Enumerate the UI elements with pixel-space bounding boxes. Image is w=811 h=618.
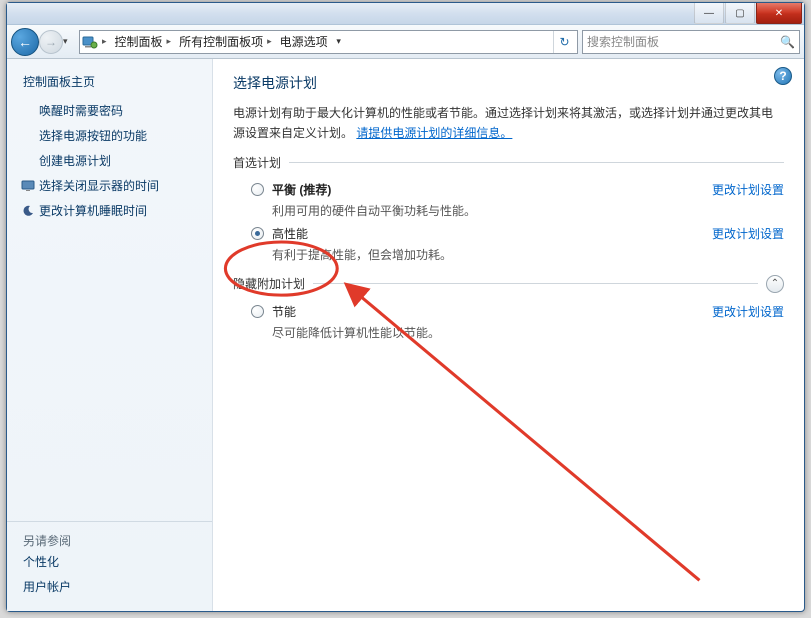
sidebar-item-sleep-time[interactable]: 更改计算机睡眠时间 [7,198,212,223]
minimize-button[interactable]: — [694,3,724,24]
section-label: 首选计划 [233,154,281,171]
plan-balanced: 平衡 (推荐) 利用可用的硬件自动平衡功耗与性能。 更改计划设置 [233,177,784,221]
help-icon[interactable]: ? [774,67,792,85]
moon-icon [21,204,35,218]
sidebar-item-label: 选择关闭显示器的时间 [39,179,159,193]
sidebar-footer-heading: 另请参阅 [23,532,196,549]
sidebar-footer-link-personalization[interactable]: 个性化 [23,549,196,574]
search-placeholder: 搜索控制面板 [587,33,659,50]
chevron-right-icon: ▸ [167,36,172,47]
address-bar[interactable]: ▸ 控制面板 ▸ 所有控制面板项 ▸ 电源选项 ▾ ↻ [79,30,578,54]
sidebar-heading: 控制面板主页 [7,73,212,98]
sidebar-item-create-plan[interactable]: 创建电源计划 [7,148,212,173]
plan-radio-balanced[interactable] [251,183,264,196]
plan-title: 平衡 (推荐) [272,181,688,198]
description-link[interactable]: 请提供电源计划的详细信息。 [356,126,512,140]
plan-title: 高性能 [272,225,688,242]
address-dropdown[interactable]: ▾ [332,36,346,47]
nav-forward-button[interactable]: → [39,30,63,54]
sidebar: 控制面板主页 唤醒时需要密码 选择电源按钮的功能 创建电源计划 选择关闭显示器的… [7,59,213,611]
sidebar-item-power-button[interactable]: 选择电源按钮的功能 [7,123,212,148]
nav-back-button[interactable]: ← [11,28,39,56]
page-title: 选择电源计划 [233,73,784,93]
plan-high-performance: 高性能 有利于提高性能，但会增加功耗。 更改计划设置 [233,221,784,265]
close-button[interactable]: ✕ [756,3,802,24]
breadcrumb-label: 电源选项 [280,33,328,50]
nav-buttons: ← → ▾ [11,28,75,56]
monitor-icon [21,179,35,193]
titlebar: — ▢ ✕ [7,3,804,25]
section-hidden-plans: 隐藏附加计划 ⌃ [233,275,784,293]
window-frame: — ▢ ✕ ← → ▾ ▸ 控制面板 ▸ 所有控制面板项 ▸ 电源选项 ▾ ↻ 搜索… [6,2,805,612]
navbar: ← → ▾ ▸ 控制面板 ▸ 所有控制面板项 ▸ 电源选项 ▾ ↻ 搜索控制面板 🔍 [7,25,804,59]
chevron-right-icon: ▸ [267,36,272,47]
breadcrumb-label: 控制面板 [115,33,163,50]
change-plan-link[interactable]: 更改计划设置 [696,303,784,320]
sidebar-item-label: 创建电源计划 [39,154,111,168]
sidebar-item-label: 选择电源按钮的功能 [39,129,147,143]
plan-radio-highperf[interactable] [251,227,264,240]
breadcrumb-node[interactable]: 所有控制面板项 ▸ [175,33,276,50]
breadcrumb-label: 所有控制面板项 [179,33,263,50]
sidebar-footer: 另请参阅 个性化 用户帐户 [7,521,212,603]
breadcrumb-root-chevron[interactable]: ▸ [98,36,111,47]
plan-subtitle: 利用可用的硬件自动平衡功耗与性能。 [272,202,688,219]
sidebar-item-label: 唤醒时需要密码 [39,104,123,118]
breadcrumb-node[interactable]: 控制面板 ▸ [111,33,176,50]
search-icon[interactable]: 🔍 [780,35,795,49]
plan-radio-saver[interactable] [251,305,264,318]
change-plan-link[interactable]: 更改计划设置 [696,181,784,198]
plan-title: 节能 [272,303,688,320]
plan-subtitle: 尽可能降低计算机性能以节能。 [272,324,688,341]
nav-history-dropdown[interactable]: ▾ [63,36,75,47]
sidebar-item-label: 更改计算机睡眠时间 [39,204,147,218]
refresh-button[interactable]: ↻ [553,31,575,53]
maximize-button[interactable]: ▢ [725,3,755,24]
body: 控制面板主页 唤醒时需要密码 选择电源按钮的功能 创建电源计划 选择关闭显示器的… [7,59,804,611]
breadcrumb-node[interactable]: 电源选项 [276,33,332,50]
main-content: ? 选择电源计划 电源计划有助于最大化计算机的性能或者节能。通过选择计划来将其激… [213,59,804,611]
section-preferred-plans: 首选计划 [233,154,784,171]
sidebar-item-wake-password[interactable]: 唤醒时需要密码 [7,98,212,123]
change-plan-link[interactable]: 更改计划设置 [696,225,784,242]
sidebar-footer-link-useraccounts[interactable]: 用户帐户 [23,574,196,599]
plan-subtitle: 有利于提高性能，但会增加功耗。 [272,246,688,263]
control-panel-icon [82,34,98,50]
page-description: 电源计划有助于最大化计算机的性能或者节能。通过选择计划来将其激活，或选择计划并通… [233,103,784,144]
collapse-button[interactable]: ⌃ [766,275,784,293]
search-input[interactable]: 搜索控制面板 🔍 [582,30,800,54]
section-label: 隐藏附加计划 [233,275,305,292]
plan-powersaver: 节能 尽可能降低计算机性能以节能。 更改计划设置 [233,299,784,343]
sidebar-item-display-off[interactable]: 选择关闭显示器的时间 [7,173,212,198]
